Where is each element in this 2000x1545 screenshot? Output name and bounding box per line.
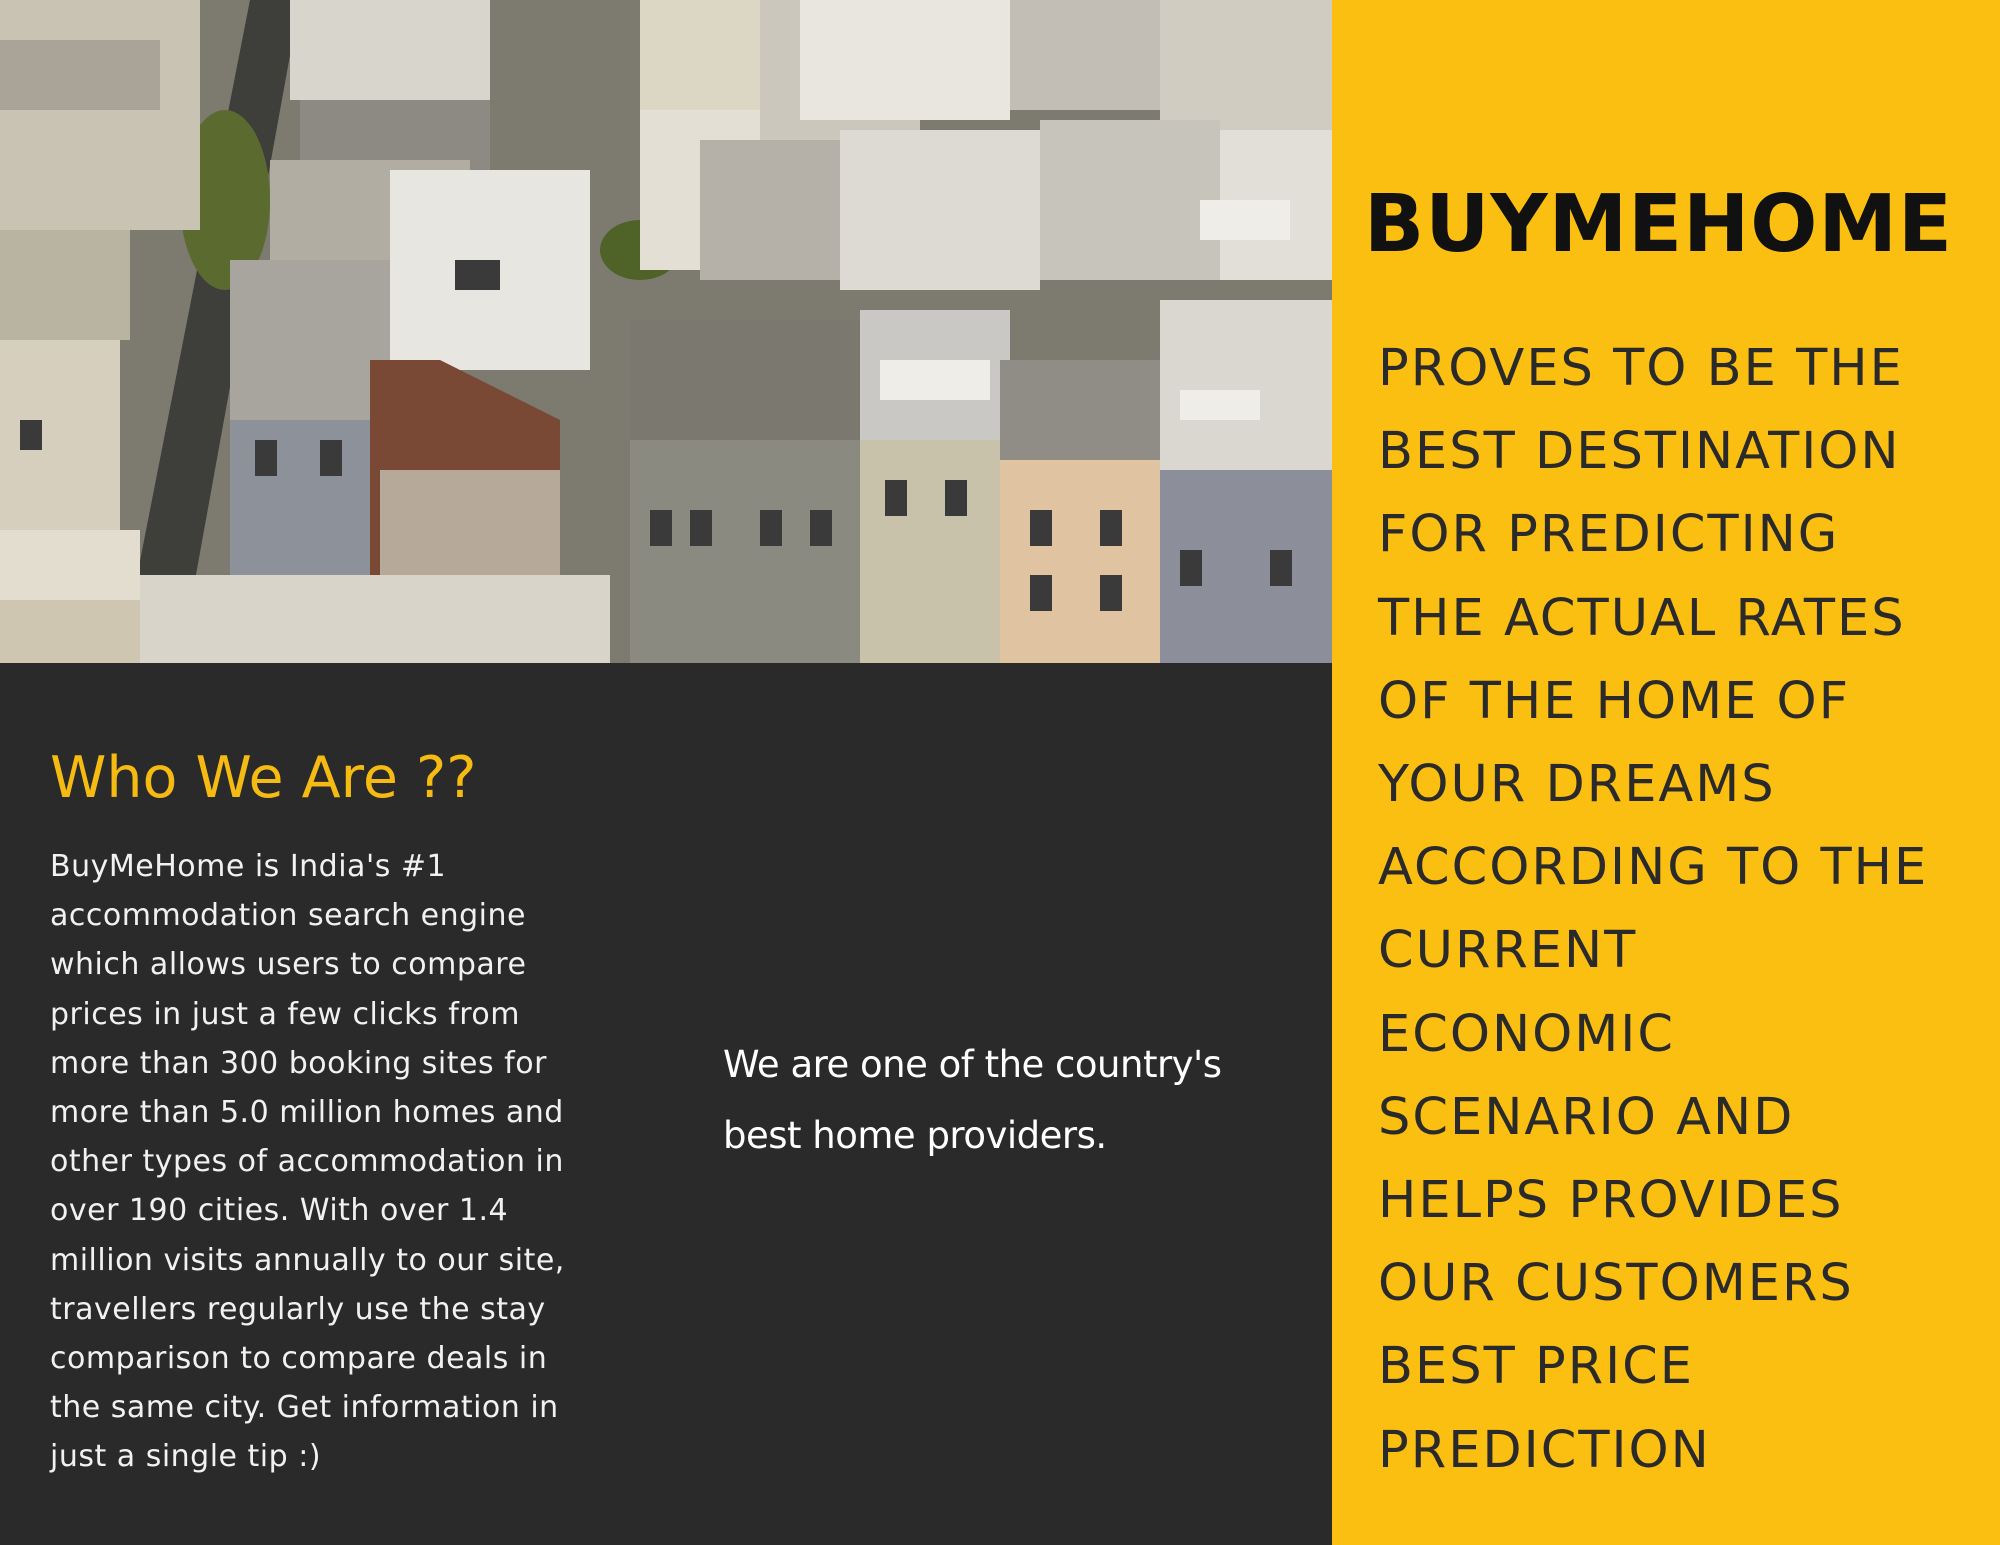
who-we-are-body: BuyMeHome is India's #1 accommodation se… (50, 842, 610, 1482)
providers-statement: We are one of the country's best home pr… (723, 1029, 1283, 1171)
tagline-line: SCENARIO AND (1378, 1087, 1795, 1147)
body-line: more than 300 booking sites for (50, 1045, 547, 1081)
tagline-line: BEST PRICE (1378, 1337, 1695, 1397)
body-line: BuyMeHome is India's #1 (50, 849, 447, 884)
tagline-line: ECONOMIC (1378, 1004, 1675, 1064)
tagline-line: HELPS PROVIDES (1378, 1171, 1844, 1231)
body-line: just a single tip :) (50, 1439, 322, 1475)
tagline-line: ACCORDING TO THE (1378, 838, 1929, 898)
tagline-line: OF THE HOME OF (1378, 671, 1851, 731)
body-line: prices in just a few clicks from (50, 996, 521, 1032)
body-line: million visits annually to our site, (50, 1242, 565, 1278)
tagline-line: PROVES TO BE THE (1378, 339, 1904, 398)
body-line: accommodation search engine (50, 898, 526, 934)
body-line: comparison to compare deals in (50, 1341, 548, 1377)
city-rooftops-photo (0, 0, 1332, 663)
providers-line: We are one of the country's (723, 1043, 1222, 1086)
body-line: which allows users to compare (50, 947, 527, 983)
body-line: over 190 cities. With over 1.4 (50, 1193, 509, 1229)
brand-tagline: PROVES TO BE THE BEST DESTINATION FOR PR… (1378, 327, 1978, 1492)
tagline-line: OUR CUSTOMERS (1378, 1254, 1854, 1314)
tagline-line: THE ACTUAL RATES (1378, 588, 1906, 648)
tagline-line: PREDICTION (1378, 1420, 1711, 1480)
body-line: travellers regularly use the stay (50, 1291, 546, 1327)
body-line: other types of accommodation in (50, 1144, 564, 1180)
tagline-line: YOUR DREAMS (1378, 755, 1776, 815)
tagline-line: CURRENT (1378, 921, 1638, 981)
brand-name: BUYMEHOME (1364, 178, 1954, 270)
yellow-panel: BUYMEHOME PROVES TO BE THE BEST DESTINAT… (1332, 0, 2000, 1545)
tagline-line: FOR PREDICTING (1378, 505, 1840, 565)
tagline-line: BEST DESTINATION (1378, 422, 1901, 482)
dark-panel: Who We Are ?? BuyMeHome is India's #1 ac… (0, 0, 1332, 1545)
body-line: more than 5.0 million homes and (50, 1095, 564, 1131)
providers-line: best home providers. (723, 1114, 1107, 1157)
who-we-are-heading: Who We Are ?? (50, 745, 477, 811)
body-line: the same city. Get information in (50, 1390, 559, 1426)
